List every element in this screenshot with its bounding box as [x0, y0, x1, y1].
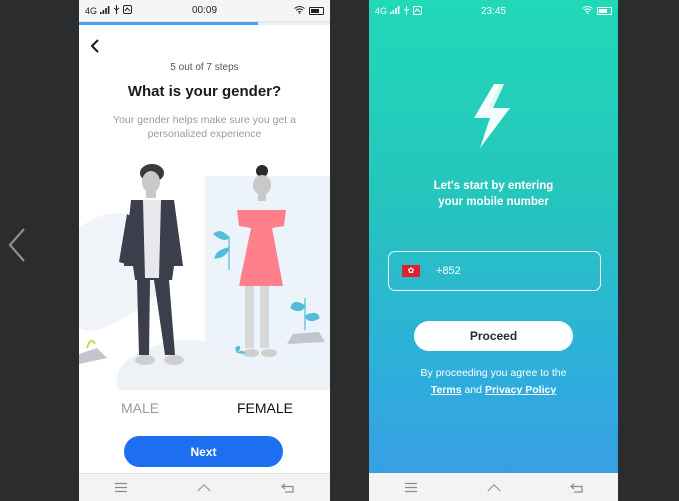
intro-text: Let's start by entering your mobile numb… [389, 178, 598, 210]
home-icon[interactable] [486, 481, 501, 493]
privacy-policy-link[interactable]: Privacy Policy [485, 384, 556, 396]
back-button[interactable] [87, 37, 105, 55]
notification-icon [413, 5, 423, 17]
network-label: 4G [375, 6, 388, 16]
signal-icon [100, 5, 110, 16]
wifi-icon [294, 5, 305, 16]
battery-icon [597, 7, 612, 15]
page-title: What is your gender? [127, 83, 282, 100]
female-option[interactable]: FEMALE [237, 400, 293, 416]
menu-icon[interactable] [114, 482, 128, 494]
system-nav-bar [369, 473, 618, 501]
usb-icon [403, 5, 410, 17]
wifi-icon [582, 6, 593, 16]
legal-prefix: By proceeding you agree to the [420, 367, 567, 379]
notification-icon [123, 5, 133, 16]
progress-fill [79, 22, 259, 25]
male-figure [119, 164, 184, 365]
phone-number-input[interactable]: ✿ +852 [388, 251, 601, 291]
hong-kong-flag-icon[interactable]: ✿ [402, 265, 420, 277]
proceed-button[interactable]: Proceed [414, 321, 573, 351]
next-button[interactable]: Next [124, 436, 283, 467]
legal-notice: By proceeding you agree to the Terms and… [379, 365, 608, 399]
status-bar: 4G 23:45 [369, 0, 618, 22]
page-subtitle: Your gender helps make sure you get a pe… [113, 114, 296, 140]
rock-left [79, 339, 107, 364]
home-icon[interactable] [197, 482, 212, 494]
back-icon[interactable] [281, 482, 295, 494]
gender-screen: 4G 00:09 5 out of 7 steps What is your g… [79, 0, 330, 501]
signal-icon [390, 6, 400, 16]
gender-illustration [79, 164, 330, 390]
step-indicator: 5 out of 7 steps [170, 62, 239, 73]
lightning-bolt-icon [474, 84, 510, 148]
male-option[interactable]: MALE [121, 400, 159, 416]
usb-icon [113, 5, 120, 16]
system-nav-bar [79, 473, 330, 501]
status-bar: 4G 00:09 [79, 0, 330, 22]
battery-icon [309, 6, 324, 15]
terms-link[interactable]: Terms [431, 384, 462, 396]
dial-code: +852 [436, 265, 461, 277]
back-icon[interactable] [569, 481, 584, 493]
legal-and: and [464, 384, 483, 396]
intro-line-1: Let's start by entering [433, 180, 554, 192]
mobile-number-screen: 4G 23:45 Let's start by entering your mo… [369, 0, 618, 501]
chevron-left-icon[interactable] [4, 225, 34, 265]
progress-bar [79, 22, 330, 25]
chevron-left-icon [90, 39, 99, 53]
network-label: 4G [85, 5, 98, 16]
intro-line-2: your mobile number [438, 196, 549, 208]
menu-icon[interactable] [404, 481, 418, 493]
